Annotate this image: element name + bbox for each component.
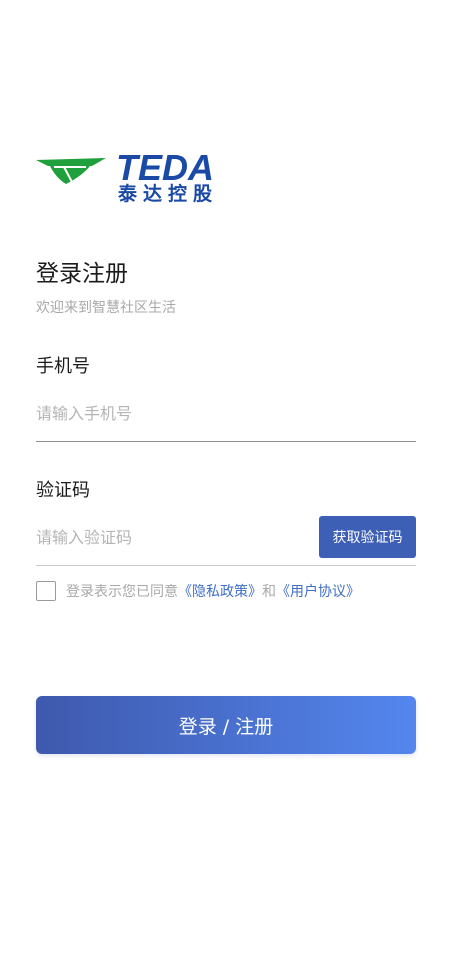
phone-input[interactable]	[36, 400, 414, 426]
code-input[interactable]	[36, 524, 306, 550]
brand-subtitle: 泰达控股	[118, 183, 219, 205]
page-title: 登录注册	[36, 261, 128, 287]
page-subtitle: 欢迎来到智慧社区生活	[36, 300, 176, 316]
login-register-button[interactable]: 登录 / 注册	[36, 696, 416, 754]
teda-leaf-icon	[36, 158, 106, 184]
phone-label: 手机号	[36, 356, 90, 377]
user-agreement-link[interactable]: 《用户协议》	[276, 584, 360, 600]
agreement-connector: 和	[262, 584, 276, 600]
code-underline	[36, 565, 416, 566]
agreement-row: 登录表示您已同意《隐私政策》和《用户协议》	[36, 578, 360, 604]
agreement-text: 登录表示您已同意《隐私政策》和《用户协议》	[66, 581, 360, 601]
agreement-checkbox[interactable]	[36, 581, 56, 601]
privacy-policy-link[interactable]: 《隐私政策》	[178, 584, 262, 600]
phone-underline	[36, 441, 416, 442]
teda-logo: TEDA 泰达控股	[36, 150, 246, 208]
brand-name: TEDA	[116, 147, 214, 188]
code-label: 验证码	[36, 480, 90, 501]
agreement-prefix: 登录表示您已同意	[66, 584, 178, 600]
get-code-button[interactable]: 获取验证码	[319, 516, 416, 558]
